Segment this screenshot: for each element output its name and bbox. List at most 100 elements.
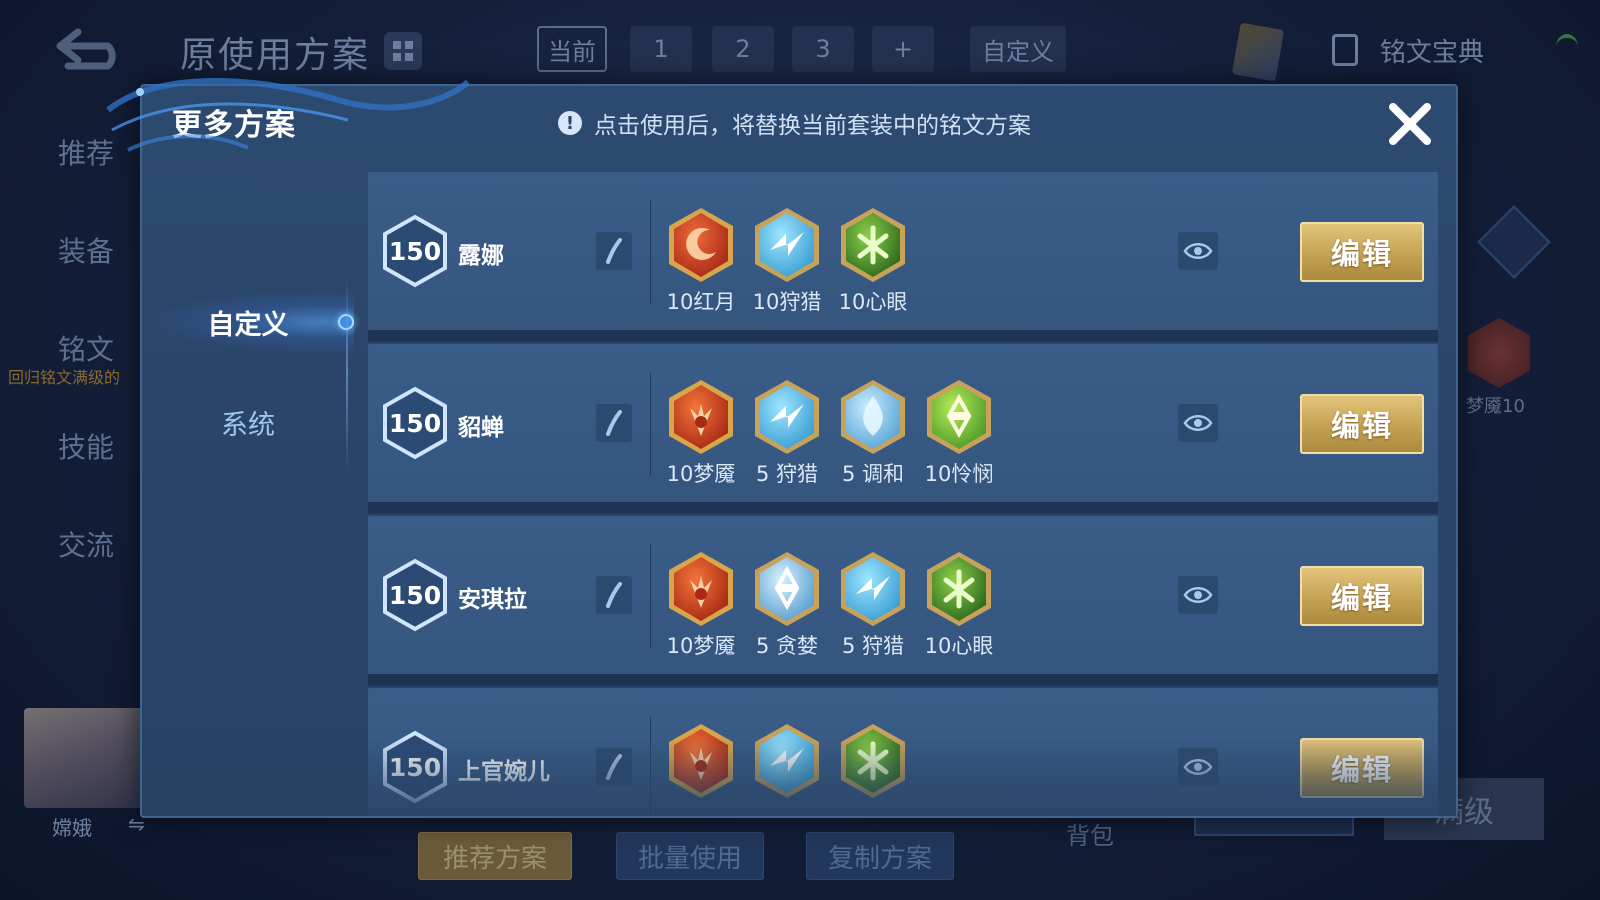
hero-avatar[interactable] <box>24 708 142 808</box>
rune-icon <box>927 380 991 454</box>
rune-slot[interactable]: 10红月 <box>658 206 744 316</box>
list-fade <box>142 736 1456 816</box>
notice: ! 点击使用后，将替换当前套装中的铭文方案 <box>558 106 1031 140</box>
rune-icon <box>841 552 905 626</box>
edit-button[interactable]: 编辑 <box>1300 394 1424 454</box>
side-nav-recommend[interactable]: 推荐 <box>58 132 114 172</box>
rune-slot[interactable]: 10心眼 <box>830 206 916 316</box>
rune-slot[interactable]: 5 调和 <box>830 378 916 488</box>
tab-1[interactable]: 1 <box>630 26 692 72</box>
rune-icon <box>755 380 819 454</box>
edit-button[interactable]: 编辑 <box>1300 222 1424 282</box>
eye-icon <box>1183 415 1213 431</box>
rename-button[interactable] <box>596 404 632 442</box>
recommend-plan-button[interactable]: 推荐方案 <box>418 832 572 880</box>
eye-icon <box>1183 243 1213 259</box>
rune-slot[interactable]: 5 贪婪 <box>744 550 830 660</box>
grid-icon[interactable] <box>384 32 422 70</box>
close-button[interactable] <box>1384 98 1436 150</box>
rune-slot[interactable]: 5 狩猎 <box>830 550 916 660</box>
side-nav-community[interactable]: 交流 <box>58 524 114 564</box>
rune-icon <box>1468 318 1530 388</box>
pen-icon <box>606 582 622 608</box>
tab-custom-plans[interactable]: 自定义 <box>142 290 354 354</box>
dialog-title: 更多方案 <box>172 108 296 143</box>
plan-row: 150 安琪拉 10梦魇 5 贪婪 5 狩猎 10心眼 编辑 <box>368 516 1438 686</box>
copy-plan-button[interactable]: 复制方案 <box>806 832 954 880</box>
side-nav-skills[interactable]: 技能 <box>58 426 114 466</box>
bg-page-title: 原使用方案 <box>180 35 371 76</box>
level-value: 150 <box>388 408 442 438</box>
plan-category-tabs: 自定义 系统 <box>142 172 354 816</box>
level-badge: 150 <box>382 558 448 632</box>
tab-custom[interactable]: 自定义 <box>970 26 1066 72</box>
pen-icon <box>606 238 622 264</box>
rune-slot[interactable]: 10狩猎 <box>744 206 830 316</box>
side-nav-runes[interactable]: 铭文 <box>58 328 114 368</box>
right-rune-label: 梦魇10 <box>1466 396 1525 417</box>
level-badge: 150 <box>382 214 448 288</box>
close-icon[interactable] <box>1387 101 1433 147</box>
rune-slot[interactable]: 10梦魇 <box>658 378 744 488</box>
row-shadow <box>368 330 1438 342</box>
rune-icon <box>927 552 991 626</box>
preview-button[interactable] <box>1178 576 1218 614</box>
menu-icon[interactable] <box>1477 205 1551 279</box>
side-nav-note: 回归铭文满级的 <box>8 368 121 387</box>
plan-name: 安琪拉 <box>458 587 527 613</box>
rune-icon <box>755 552 819 626</box>
row-shadow <box>368 502 1438 514</box>
rune-count-label: 10红月 <box>666 290 736 314</box>
plan-row: 150 露娜 10红月 10狩猎 10心眼 编辑 <box>368 172 1438 342</box>
rune-slot[interactable]: 10怜悯 <box>916 378 1002 488</box>
rune-icon <box>669 552 733 626</box>
tab-system-plans[interactable]: 系统 <box>142 390 354 454</box>
back-arrow-icon[interactable] <box>50 26 130 70</box>
row-divider <box>650 544 651 648</box>
tab-divider <box>346 276 348 472</box>
rune-count-label: 5 贪婪 <box>755 634 819 658</box>
rune-slot[interactable]: 5 狩猎 <box>744 378 830 488</box>
edit-button[interactable]: 编辑 <box>1300 566 1424 626</box>
rename-button[interactable] <box>596 232 632 270</box>
rune-count-label: 5 狩猎 <box>841 634 905 658</box>
row-divider <box>650 200 651 304</box>
level-value: 150 <box>388 580 442 610</box>
rename-button[interactable] <box>596 576 632 614</box>
more-plans-dialog: 更多方案 ! 点击使用后，将替换当前套装中的铭文方案 自定义 系统 150 露娜 <box>140 84 1458 818</box>
plan-name: 露娜 <box>458 243 504 269</box>
rune-slot[interactable]: 10梦魇 <box>658 550 744 660</box>
rune-count-label: 10梦魇 <box>666 462 736 486</box>
tab-3[interactable]: 3 <box>792 26 854 72</box>
bag-label[interactable]: 背包 <box>1066 816 1114 851</box>
level-badge: 150 <box>382 386 448 460</box>
rune-count-label: 10心眼 <box>838 290 908 314</box>
gem-icon[interactable] <box>1231 22 1285 82</box>
rune-icon <box>755 208 819 282</box>
tab-current[interactable]: 当前 <box>537 26 607 72</box>
book-label[interactable]: 铭文宝典 <box>1380 32 1484 69</box>
rune-count-label: 10狩猎 <box>752 290 822 314</box>
plan-name: 貂蝉 <box>458 415 504 441</box>
rune-count-label: 5 狩猎 <box>755 462 819 486</box>
rune-icon <box>841 208 905 282</box>
side-nav-equipment[interactable]: 装备 <box>58 230 114 270</box>
preview-button[interactable] <box>1178 404 1218 442</box>
book-icon[interactable] <box>1332 34 1358 66</box>
plan-list[interactable]: 150 露娜 10红月 10狩猎 10心眼 编辑 150 貂蝉 10梦魇 5 狩… <box>368 172 1454 816</box>
tab-2[interactable]: 2 <box>712 26 774 72</box>
rune-slot[interactable]: 10心眼 <box>916 550 1002 660</box>
eye-icon <box>1183 587 1213 603</box>
preview-button[interactable] <box>1178 232 1218 270</box>
tab-add[interactable]: + <box>872 26 934 72</box>
info-icon: ! <box>558 111 582 135</box>
batch-use-button[interactable]: 批量使用 <box>616 832 764 880</box>
rune-icon <box>841 380 905 454</box>
notice-text: 点击使用后，将替换当前套装中的铭文方案 <box>594 113 1031 139</box>
pen-icon <box>606 410 622 436</box>
rune-icon <box>669 208 733 282</box>
rune-icon <box>669 380 733 454</box>
rune-count-label: 10怜悯 <box>924 462 994 486</box>
row-shadow <box>368 674 1438 686</box>
hero-name: 嫦娥 <box>52 816 92 840</box>
